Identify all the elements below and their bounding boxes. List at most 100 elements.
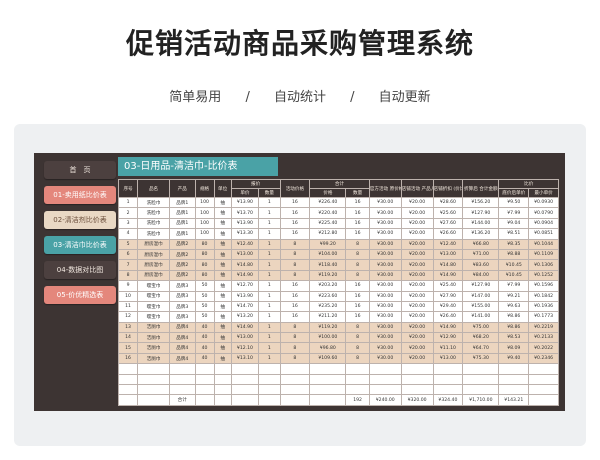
table-cell[interactable]: ¥20.00 [400,342,434,354]
table-cell[interactable]: ¥8.09 [498,342,530,354]
table-cell[interactable]: ¥68.20 [462,332,500,344]
table-cell[interactable]: ¥127.90 [462,207,500,219]
table-cell[interactable]: 2 [117,207,139,219]
table-cell[interactable]: ¥127.90 [462,280,500,292]
table-cell[interactable]: ¥8.35 [498,238,530,250]
table-cell[interactable]: ¥84.00 [462,269,500,282]
table-cell[interactable]: ¥30.00 [368,311,402,323]
table-cell[interactable] [528,373,559,386]
table-cell[interactable]: ¥30.00 [368,290,402,302]
table-cell[interactable]: 品牌4 [169,342,196,354]
table-cell[interactable]: 16 [279,280,311,292]
table-cell[interactable]: 8 [279,259,311,271]
table-cell[interactable] [309,373,347,386]
table-cell[interactable] [498,363,530,375]
table-cell[interactable]: ¥11.10 [432,342,464,354]
table-row[interactable]: 3 洗脸巾 品牌1 100 抽 ¥13.90 1 16 ¥225.40 16 ¥30.00 ¥20.0… [117,217,559,230]
table-cell[interactable]: 抽 [213,228,232,240]
table-cell[interactable]: 1 [258,311,281,323]
table-cell[interactable]: 16 [279,228,311,240]
table-cell[interactable] [258,384,281,396]
table-cell[interactable]: 抽 [213,280,232,292]
table-cell[interactable]: 1 [258,248,281,261]
table-row[interactable]: 2 洗脸巾 品牌1 100 抽 ¥13.70 1 16 ¥220.40 16 ¥30.00 ¥20.0… [117,207,559,219]
table-cell[interactable]: 15 [117,342,139,354]
table-cell[interactable]: 5 [117,238,139,250]
table-cell[interactable]: 厨房湿巾 [137,248,170,261]
table-cell[interactable]: ¥9.40 [498,352,530,365]
table-cell[interactable]: 品牌1 [169,217,196,230]
table-cell[interactable]: ¥13.00 [230,332,260,344]
table-cell[interactable]: ¥0.0790 [528,207,559,219]
table-cell[interactable]: ¥0.2219 [528,321,559,334]
table-cell[interactable]: 抽 [213,207,232,219]
table-cell[interactable]: ¥75.00 [462,321,500,334]
table-cell[interactable]: 8 [279,248,311,261]
table-cell[interactable]: ¥13.10 [230,352,260,365]
table-cell[interactable]: ¥71.00 [462,248,500,261]
table-cell[interactable] [279,373,311,386]
table-cell[interactable] [194,384,215,396]
table-cell[interactable]: ¥10.45 [498,259,530,271]
table-cell[interactable]: 品牌4 [169,352,196,365]
table-cell[interactable]: 抽 [213,300,232,313]
table-cell[interactable]: ¥30.00 [368,207,402,219]
table-cell[interactable]: 8 [279,321,311,334]
table-cell[interactable]: 品牌1 [169,207,196,219]
table-cell[interactable]: 16 [345,217,370,230]
table-cell[interactable]: ¥14.70 [230,300,260,313]
table-cell[interactable]: ¥20.00 [400,280,434,292]
table-cell[interactable]: ¥30.00 [368,248,402,261]
table-cell[interactable]: ¥14.90 [230,321,260,334]
table-cell[interactable]: ¥8.53 [498,332,530,344]
table-cell[interactable]: ¥0.2133 [528,332,559,344]
table-cell[interactable] [462,363,500,375]
table-cell[interactable]: 8 [345,321,370,334]
table-cell[interactable]: 洗脸巾 [137,228,170,240]
table-cell[interactable]: 1 [258,269,281,282]
table-cell[interactable]: 8 [279,238,311,250]
table-cell[interactable]: 8 [117,269,139,282]
sidebar-item-data-chart[interactable]: 04-数据对比图 [44,261,116,279]
table-cell[interactable]: 厨房湿巾 [137,238,170,250]
table-row[interactable]: 6 厨房湿巾 品牌2 80 抽 ¥13.00 1 8 ¥104.00 8 ¥30.00 ¥20.00 ¥… [117,248,559,261]
table-cell[interactable]: 8 [345,238,370,250]
table-cell[interactable]: 80 [194,248,215,261]
table-cell[interactable]: 抽 [213,196,232,209]
table-cell[interactable]: 厨房湿巾 [137,269,170,282]
table-cell[interactable]: ¥14.90 [432,269,464,282]
table-cell[interactable]: 80 [194,269,215,282]
table-cell[interactable]: 50 [194,280,215,292]
sidebar-item-wipes-compare[interactable]: 03-清洁巾比价表 [44,236,116,254]
table-cell[interactable] [432,384,464,396]
table-cell[interactable]: 8 [279,332,311,344]
table-cell[interactable]: ¥96.80 [309,342,347,354]
table-cell[interactable]: 100 [194,207,215,219]
table-cell[interactable]: ¥20.00 [400,196,434,209]
table-cell[interactable] [117,384,139,396]
table-cell[interactable]: ¥8.86 [498,321,530,334]
table-cell[interactable]: ¥25.60 [432,207,464,219]
table-cell[interactable]: 16 [345,207,370,219]
table-cell[interactable]: 1 [258,207,281,219]
table-row[interactable]: 15 洁厕巾 品牌4 40 抽 ¥12.10 1 8 ¥96.80 8 ¥30.00 ¥20.00 ¥1… [117,342,559,354]
table-cell[interactable]: ¥13.00 [432,248,464,261]
table-cell[interactable]: 12 [117,311,139,323]
table-cell[interactable]: 40 [194,342,215,354]
table-cell[interactable]: ¥141.00 [462,311,500,323]
table-cell[interactable]: ¥30.00 [368,321,402,334]
table-cell[interactable] [432,373,464,386]
table-cell[interactable]: 50 [194,311,215,323]
table-cell[interactable]: 16 [345,311,370,323]
table-cell[interactable]: ¥0.1596 [528,280,559,292]
table-cell[interactable]: 16 [117,352,139,365]
table-cell[interactable]: ¥27.60 [432,217,464,230]
table-cell[interactable]: 16 [279,290,311,302]
table-cell[interactable] [400,363,434,375]
table-cell[interactable]: ¥12.40 [230,238,260,250]
table-cell[interactable]: ¥226.40 [309,196,347,209]
table-cell[interactable]: ¥225.40 [309,217,347,230]
sidebar-item-best-price[interactable]: 05-价优精选表 [44,286,116,304]
table-cell[interactable]: ¥223.60 [309,290,347,302]
table-cell[interactable]: 品牌3 [169,311,196,323]
